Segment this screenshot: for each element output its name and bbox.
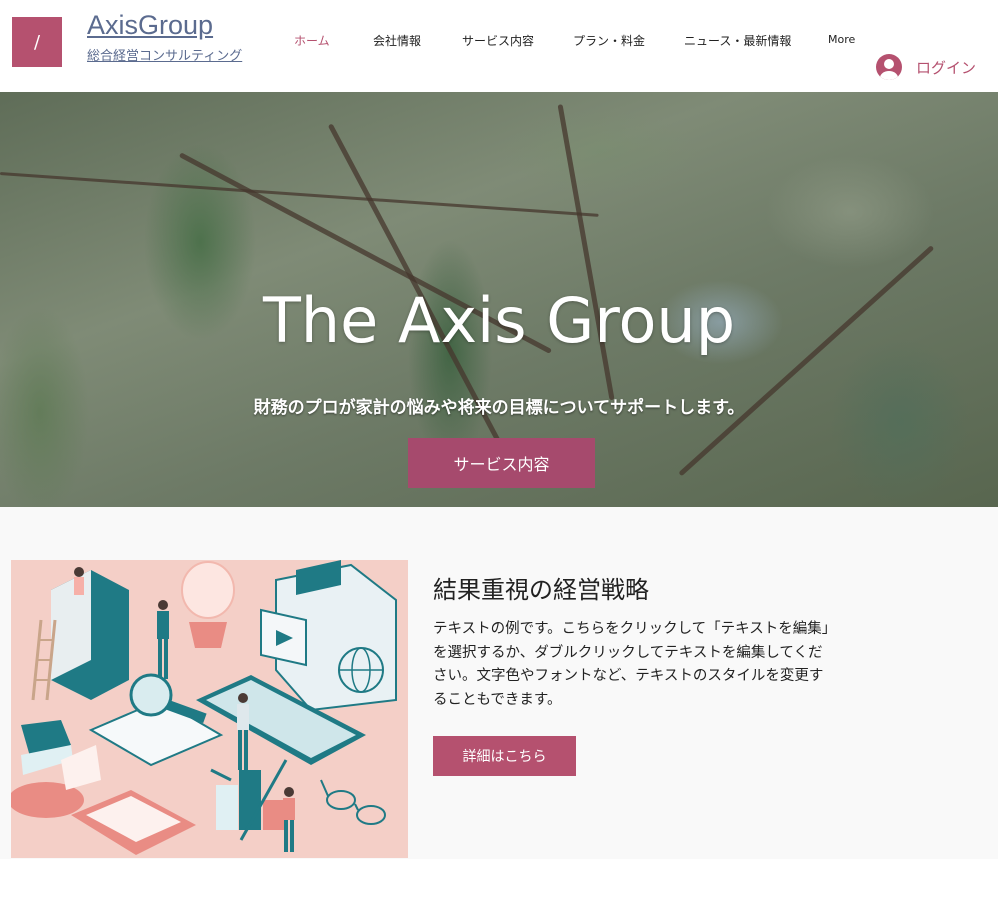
hero-branch-decoration (678, 245, 935, 477)
services-button[interactable]: サービス内容 (408, 438, 595, 488)
feature-title: 結果重視の経営戦略 (433, 576, 649, 604)
feature-section: 結果重視の経営戦略 テキストの例です。こちらをクリックして「テキストを編集」を選… (0, 507, 998, 859)
hero-subtitle: 財務のプロが家計の悩みや将来の目標についてサポートします。 (253, 398, 745, 418)
nav-item-home[interactable]: ホーム (294, 32, 330, 49)
logo-glyph: / (33, 31, 41, 53)
hero-branch-decoration (0, 172, 599, 217)
nav-item-news[interactable]: ニュース・最新情報 (684, 32, 791, 49)
business-illustration (11, 560, 408, 858)
brand-tagline[interactable]: 総合経営コンサルティング (87, 45, 242, 64)
isometric-office-illustration (11, 560, 397, 855)
hero-title: The Axis Group (262, 284, 736, 357)
hero-banner: The Axis Group 財務のプロが家計の悩みや将来の目標についてサポート… (0, 92, 998, 507)
brand-name[interactable]: AxisGroup (87, 10, 213, 40)
logo-mark[interactable]: / (12, 17, 62, 67)
page-bottom-space (0, 859, 998, 909)
learn-more-button[interactable]: 詳細はこちら (433, 736, 576, 776)
nav-item-company[interactable]: 会社情報 (373, 32, 421, 49)
login-label: ログイン (916, 58, 977, 77)
nav-item-services[interactable]: サービス内容 (462, 32, 534, 49)
feature-body: テキストの例です。こちらをクリックして「テキストを編集」を選択するか、ダブルクリ… (433, 621, 829, 708)
nav-item-more[interactable]: More (828, 33, 855, 46)
site-header: / AxisGroup 総合経営コンサルティング ホーム 会社情報 サービス内容… (0, 0, 998, 92)
nav-item-plans[interactable]: プラン・料金 (573, 32, 645, 49)
user-avatar-icon (876, 54, 902, 80)
login-button[interactable]: ログイン (876, 54, 976, 80)
